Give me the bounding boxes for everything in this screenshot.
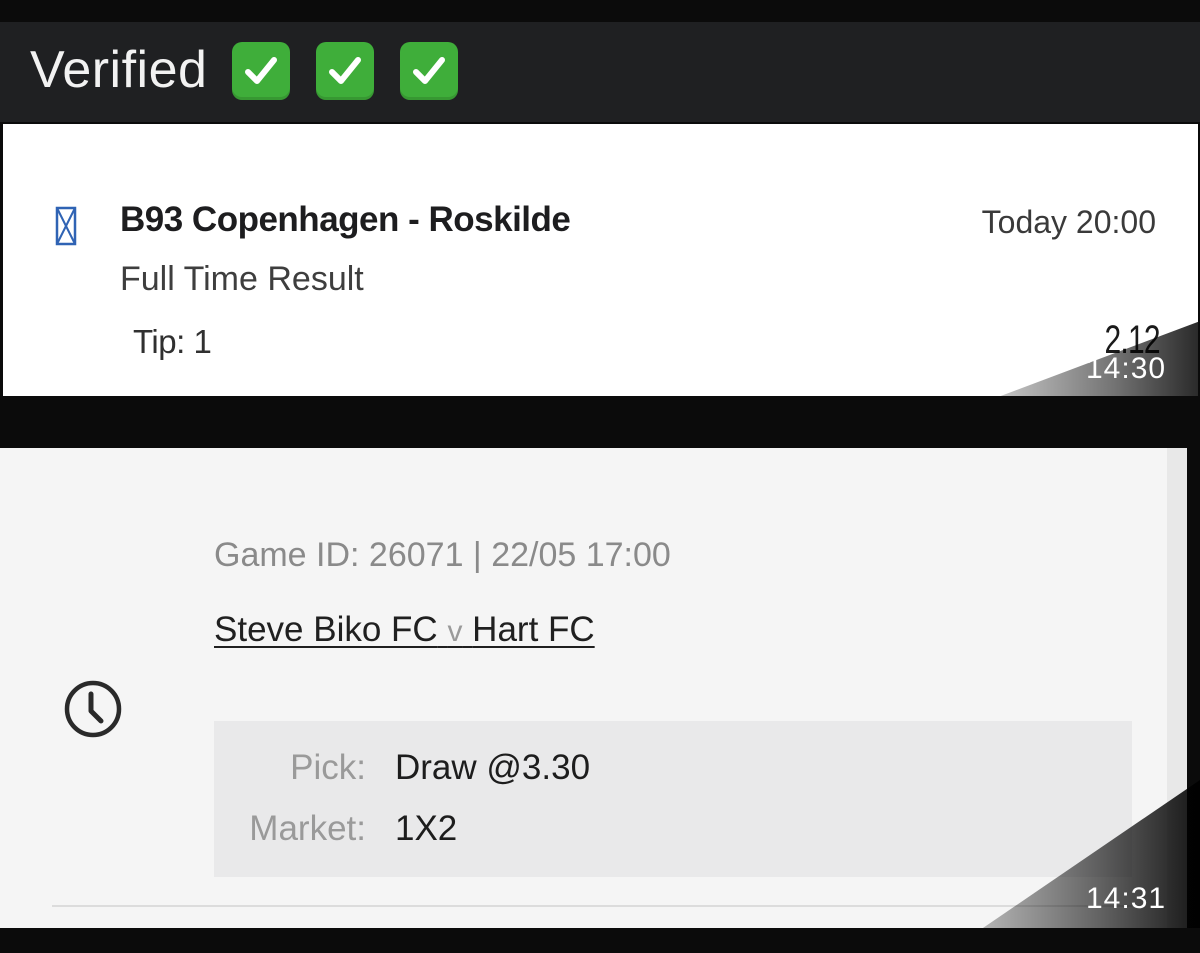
- market-value: 1X2: [395, 809, 458, 848]
- market-label: Market:: [249, 809, 366, 848]
- check-icon: [400, 42, 458, 100]
- check-icon: [316, 42, 374, 100]
- banner-title: Verified: [30, 41, 208, 99]
- match-title[interactable]: B93 Copenhagen - Roskilde: [120, 200, 571, 240]
- divider: [52, 905, 1132, 907]
- bottom-bar: [0, 928, 1200, 953]
- bet-card-1[interactable]: B93 Copenhagen - Roskilde Today 20:00 Fu…: [3, 124, 1198, 396]
- tip-label: Tip: 1: [133, 323, 212, 360]
- match-time: Today 20:00: [981, 204, 1156, 240]
- ticket-icon: [55, 206, 77, 246]
- game-id: Game ID: 26071 | 22/05 17:00: [214, 536, 671, 574]
- pick-value: Draw @3.30: [395, 748, 591, 787]
- message-timestamp: 14:30: [1086, 352, 1167, 385]
- message-timestamp: 14:31: [1086, 882, 1167, 915]
- verified-banner: Verified: [0, 22, 1200, 122]
- check-icon: [232, 42, 290, 100]
- away-team[interactable]: Hart FC: [472, 610, 595, 649]
- pick-label: Pick:: [290, 748, 366, 787]
- bet-card-2[interactable]: Game ID: 26071 | 22/05 17:00 Steve Biko …: [0, 448, 1187, 928]
- pick-details: Pick: Draw @3.30 Market: 1X2: [214, 721, 1132, 877]
- clock-icon: [64, 680, 122, 738]
- versus-label: v: [447, 615, 463, 648]
- market-name: Full Time Result: [120, 260, 364, 298]
- home-team[interactable]: Steve Biko FC: [214, 610, 438, 649]
- screenshot-collage: Verified B93 Copenhagen - Roskilde Today…: [0, 0, 1200, 953]
- match-link[interactable]: Steve Biko FC v Hart FC: [214, 610, 595, 650]
